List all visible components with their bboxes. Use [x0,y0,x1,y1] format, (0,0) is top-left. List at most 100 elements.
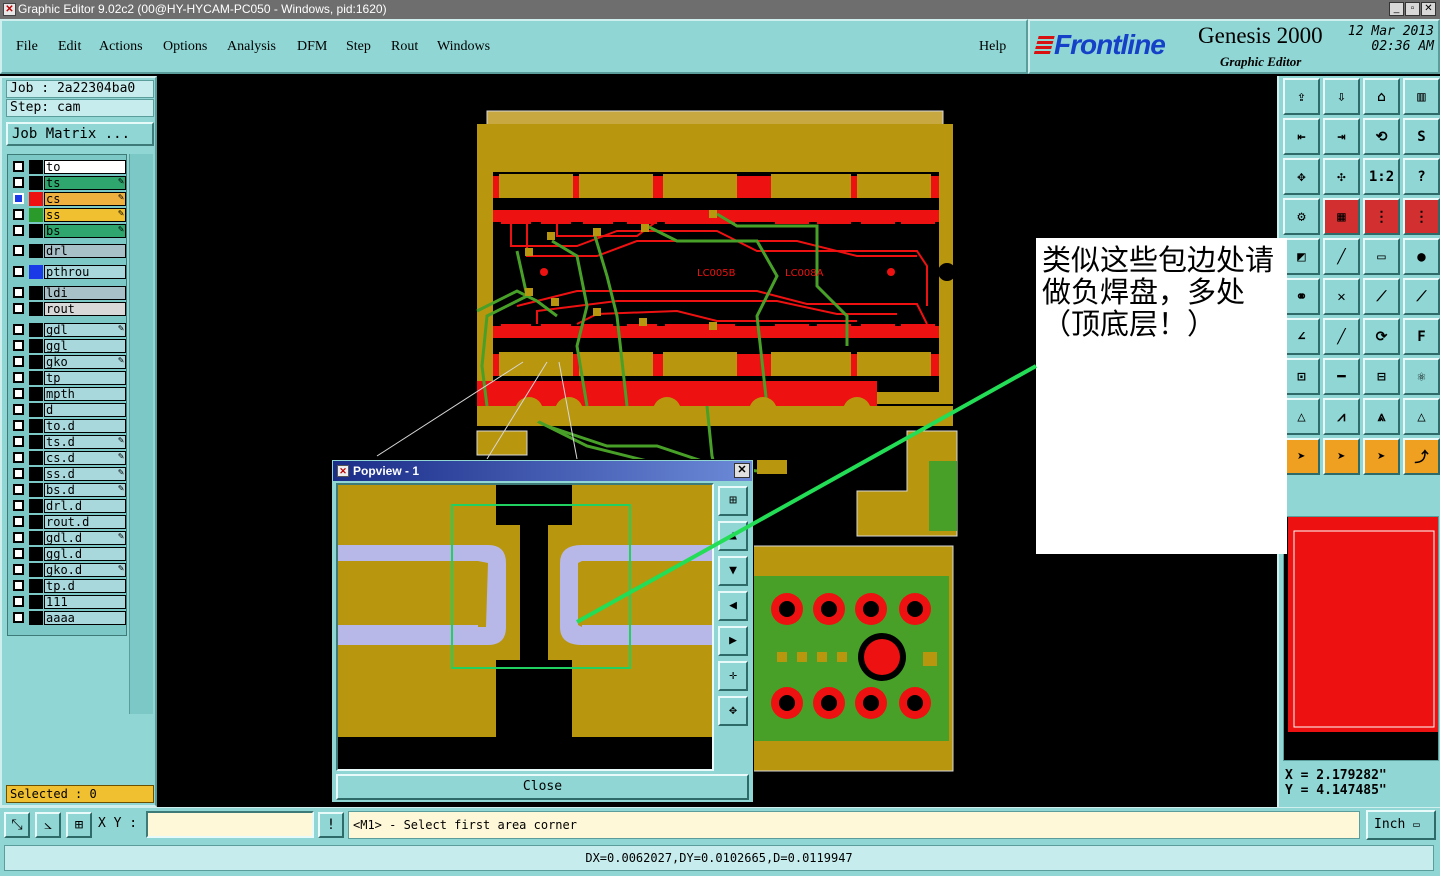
layer-checkbox[interactable] [13,612,24,623]
minimize-button[interactable]: _ [1389,2,1404,16]
layer-checkbox[interactable] [13,388,24,399]
layer-checkbox[interactable] [13,225,24,236]
layer-name[interactable]: tp.d [44,579,126,593]
layer-row-ldi[interactable]: ldi [9,286,127,300]
route-icon[interactable]: ⤴ [1403,438,1440,475]
layer-row-drl[interactable]: drl [9,244,127,258]
layer-row-111[interactable]: 111 [9,595,127,609]
layer-row-gko[interactable]: gko ✎ [9,355,127,369]
layer-checkbox[interactable] [13,436,24,447]
layer-checkbox[interactable] [13,324,24,335]
gear-icon[interactable]: ⚛ [1403,358,1440,395]
layer-name[interactable]: cs [44,192,126,206]
layer-name[interactable]: gdl [44,323,126,337]
popview-zoom-in-button[interactable]: ⊞ [718,486,748,516]
layer-checkbox[interactable] [13,596,24,607]
layer-checkbox[interactable] [13,580,24,591]
layer-checkbox[interactable] [13,452,24,463]
layer-row-ggl[interactable]: ggl [9,339,127,353]
layer-row-ts-d[interactable]: ts.d ✎ [9,435,127,449]
cross-icon[interactable]: ✕ [1323,278,1360,315]
layer-name[interactable]: gko.d [44,563,126,577]
dot-icon[interactable]: ● [1403,238,1440,275]
arrow-icon[interactable]: ➤ [1283,438,1320,475]
menu-analysis[interactable]: Analysis [227,39,276,55]
ruler-icon[interactable]: ▭ [1363,238,1400,275]
popview-pan-down-button[interactable]: ▼ [718,556,748,586]
layer-red-icon[interactable]: ⋮ [1363,198,1400,235]
layer-row-gdl[interactable]: gdl ✎ [9,323,127,337]
layer-row-rout[interactable]: rout [9,302,127,316]
frame-icon[interactable]: ⊟ [1363,358,1400,395]
menu-dfm[interactable]: DFM [297,39,327,55]
layer-name[interactable]: ggl [44,339,126,353]
close-window-button[interactable]: ✕ [1421,2,1436,16]
layer-row-d[interactable]: d [9,403,127,417]
layer-row-cs-d[interactable]: cs.d ✎ [9,451,127,465]
layer-checkbox[interactable] [13,356,24,367]
step-down-icon[interactable]: ⇩ [1323,78,1360,115]
snap-grid-icon[interactable]: ⊞ [66,812,92,838]
popview-pan-up-button[interactable]: ▲ [718,521,748,551]
layer-name[interactable]: pthrou [44,265,126,279]
layer-name[interactable]: ss.d [44,467,126,481]
layer-name[interactable]: to.d [44,419,126,433]
layer-name[interactable]: ts.d [44,435,126,449]
layer-checkbox[interactable] [13,193,24,204]
slope-icon[interactable]: ∠ [1283,318,1320,355]
layer-name[interactable]: rout [44,302,126,316]
layer-row-aaaa[interactable]: aaaa [9,611,127,625]
s-curve-icon[interactable]: S [1403,118,1440,155]
layer-row-cs[interactable]: cs ✎ [9,192,127,206]
zoom-area-icon[interactable]: ⤡ [4,812,30,838]
nodes-icon[interactable]: ⚭ [1283,278,1320,315]
center-icon[interactable]: ✣ [1323,158,1360,195]
menu-file[interactable]: File [16,39,38,55]
maximize-button[interactable]: ▫ [1405,2,1420,16]
layer-list-scrollbar[interactable] [129,154,153,714]
popview-fit-button[interactable]: ✛ [718,661,748,691]
tri2-icon[interactable]: ⩘ [1323,398,1360,435]
popview-pan-left-button[interactable]: ◀ [718,591,748,621]
measure-icon[interactable]: ⦣ [35,812,61,838]
layer-checkbox[interactable] [13,287,24,298]
layer-row-to[interactable]: to [9,160,127,174]
fit-icon[interactable]: ✥ [1283,158,1320,195]
layer-name[interactable]: gdl.d [44,531,126,545]
menu-actions[interactable]: Actions [99,39,143,55]
right-out-icon[interactable]: ⇥ [1323,118,1360,155]
info-icon[interactable]: ! [318,812,344,838]
help-icon[interactable]: ? [1403,158,1440,195]
move2-icon[interactable]: ⟋ [1403,278,1440,315]
one-to-one-icon[interactable]: 1:2 [1363,158,1400,195]
xy-input[interactable] [146,811,314,838]
ff-icon[interactable]: F [1403,318,1440,355]
layer-checkbox[interactable] [13,500,24,511]
menu-options[interactable]: Options [163,39,207,55]
job-matrix-button[interactable]: Job Matrix ... [6,122,154,146]
layer-row-tp[interactable]: tp [9,371,127,385]
unit-selector[interactable]: Inch ▭ [1366,810,1436,840]
layer-name[interactable]: to [44,160,126,174]
layer-row-ggl-d[interactable]: ggl.d [9,547,127,561]
layer-checkbox[interactable] [13,245,24,256]
layer-checkbox[interactable] [13,532,24,543]
popview-close-button[interactable]: Close [336,774,749,800]
layer-row-ts[interactable]: ts ✎ [9,176,127,190]
home-up-icon[interactable]: ⇪ [1283,78,1320,115]
move-icon[interactable]: ⟋ [1363,278,1400,315]
left-in-icon[interactable]: ⇤ [1283,118,1320,155]
layer-checkbox[interactable] [13,209,24,220]
popview-pan-right-button[interactable]: ▶ [718,626,748,656]
layer-row-tp-d[interactable]: tp.d [9,579,127,593]
layer-checkbox[interactable] [13,548,24,559]
layer-name[interactable]: mpth [44,387,126,401]
measure-icon[interactable]: ⚙ [1283,198,1320,235]
popview-close-icon[interactable]: ✕ [734,463,750,478]
layer-name[interactable]: bs.d [44,483,126,497]
layer-name[interactable]: ggl.d [44,547,126,561]
menu-help[interactable]: Help [979,39,1006,55]
pad-icon[interactable]: ◩ [1283,238,1320,275]
dash-icon[interactable]: ━ [1323,358,1360,395]
layer-row-pthrou[interactable]: pthrou [9,265,127,279]
